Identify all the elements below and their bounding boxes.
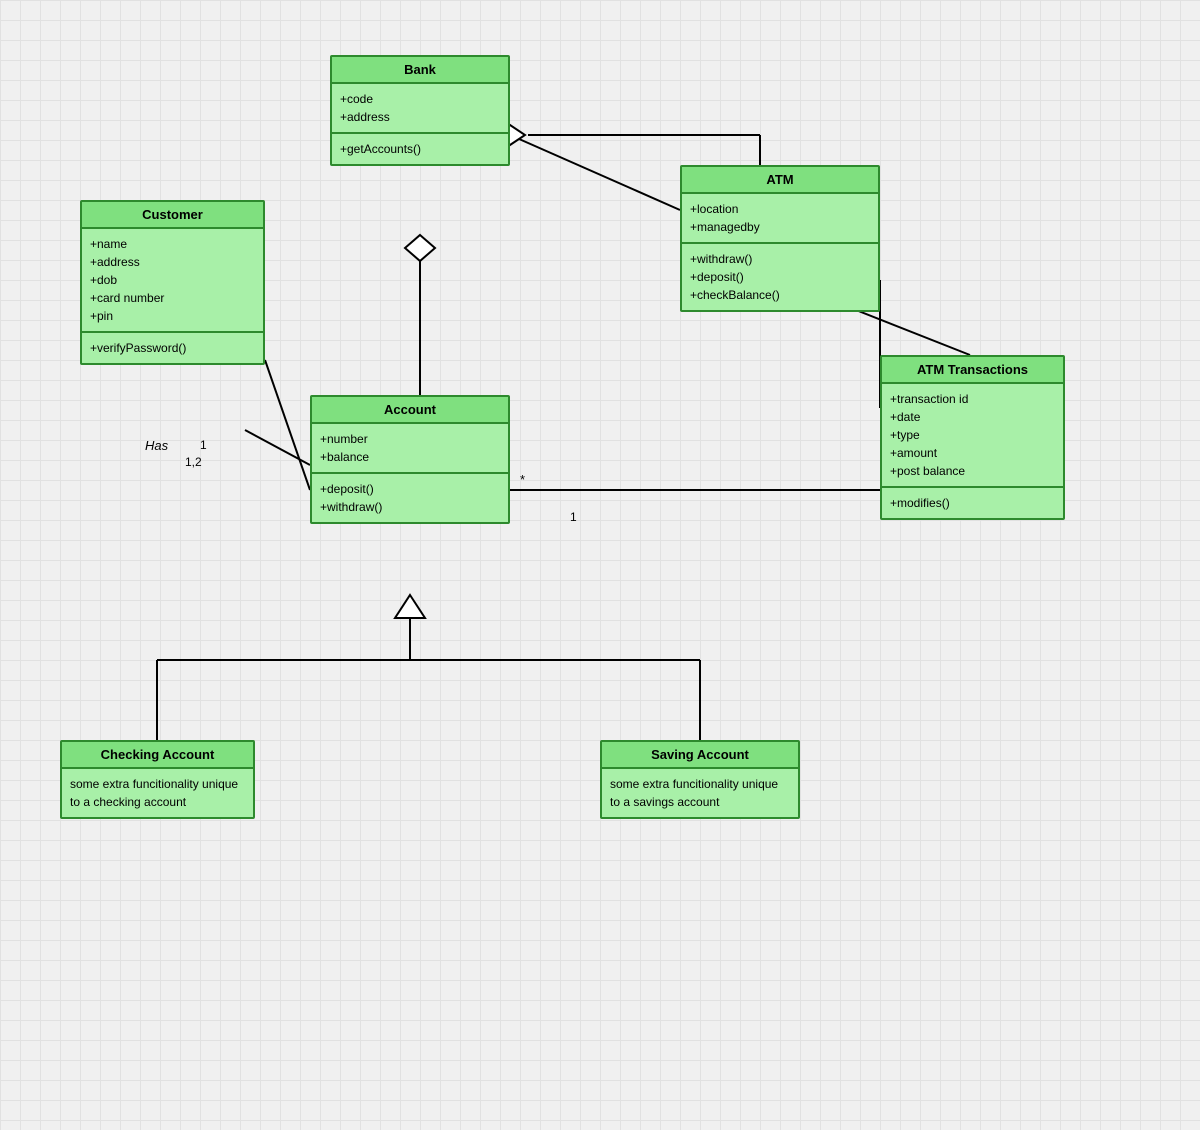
atm-method-checkbalance: +checkBalance()	[690, 286, 870, 304]
bank-attributes: +code +address	[332, 84, 508, 134]
atm-transactions-methods: +modifies()	[882, 488, 1063, 518]
checking-account-class: Checking Account some extra funcitionali…	[60, 740, 255, 819]
customer-attr-pin: +pin	[90, 307, 255, 325]
checking-account-attributes: some extra funcitionality unique to a ch…	[62, 769, 253, 817]
atm-methods: +withdraw() +deposit() +checkBalance()	[682, 244, 878, 310]
atm-attributes: +location +managedby	[682, 194, 878, 244]
customer-attributes: +name +address +dob +card number +pin	[82, 229, 263, 333]
bank-methods: +getAccounts()	[332, 134, 508, 164]
atm-method-deposit: +deposit()	[690, 268, 870, 286]
atm-trans-attr-id: +transaction id	[890, 390, 1055, 408]
account-attributes: +number +balance	[312, 424, 508, 474]
multiplicity-12-label: 1,2	[185, 455, 202, 469]
atm-trans-attr-amount: +amount	[890, 444, 1055, 462]
atm-class: ATM +location +managedby +withdraw() +de…	[680, 165, 880, 312]
saving-account-class: Saving Account some extra funcitionality…	[600, 740, 800, 819]
bank-class-header: Bank	[332, 57, 508, 84]
multiplicity-1-label: 1	[200, 438, 207, 452]
atm-trans-attr-date: +date	[890, 408, 1055, 426]
saving-account-attributes: some extra funcitionality unique to a sa…	[602, 769, 798, 817]
saving-account-header: Saving Account	[602, 742, 798, 769]
customer-method-verifypassword: +verifyPassword()	[90, 339, 255, 357]
atm-transactions-attributes: +transaction id +date +type +amount +pos…	[882, 384, 1063, 488]
atm-trans-attr-type: +type	[890, 426, 1055, 444]
customer-class-header: Customer	[82, 202, 263, 229]
customer-attr-dob: +dob	[90, 271, 255, 289]
account-class-header: Account	[312, 397, 508, 424]
atm-class-header: ATM	[682, 167, 878, 194]
multiplicity-1b-label: 1	[570, 510, 577, 524]
uml-diagram: Bank +code +address +getAccounts() ATM +…	[0, 0, 1200, 1130]
atm-transactions-class: ATM Transactions +transaction id +date +…	[880, 355, 1065, 520]
customer-methods: +verifyPassword()	[82, 333, 263, 363]
multiplicity-star-label: *	[520, 472, 525, 487]
bank-attr-code: +code	[340, 90, 500, 108]
atm-trans-method-modifies: +modifies()	[890, 494, 1055, 512]
account-method-withdraw: +withdraw()	[320, 498, 500, 516]
atm-transactions-class-header: ATM Transactions	[882, 357, 1063, 384]
saving-account-attr: some extra funcitionality unique to a sa…	[610, 775, 790, 811]
account-methods: +deposit() +withdraw()	[312, 474, 508, 522]
checking-account-attr: some extra funcitionality unique to a ch…	[70, 775, 245, 811]
bank-attr-address: +address	[340, 108, 500, 126]
atm-attr-managedby: +managedby	[690, 218, 870, 236]
account-class: Account +number +balance +deposit() +wit…	[310, 395, 510, 524]
atm-method-withdraw: +withdraw()	[690, 250, 870, 268]
account-attr-number: +number	[320, 430, 500, 448]
connections-svg	[0, 0, 1200, 1130]
bank-class: Bank +code +address +getAccounts()	[330, 55, 510, 166]
account-attr-balance: +balance	[320, 448, 500, 466]
bank-method-getaccounts: +getAccounts()	[340, 140, 500, 158]
customer-attr-address: +address	[90, 253, 255, 271]
customer-class: Customer +name +address +dob +card numbe…	[80, 200, 265, 365]
atm-attr-location: +location	[690, 200, 870, 218]
atm-trans-attr-postbalance: +post balance	[890, 462, 1055, 480]
has-label: Has	[145, 438, 168, 453]
checking-account-header: Checking Account	[62, 742, 253, 769]
customer-attr-name: +name	[90, 235, 255, 253]
customer-attr-cardnumber: +card number	[90, 289, 255, 307]
account-method-deposit: +deposit()	[320, 480, 500, 498]
